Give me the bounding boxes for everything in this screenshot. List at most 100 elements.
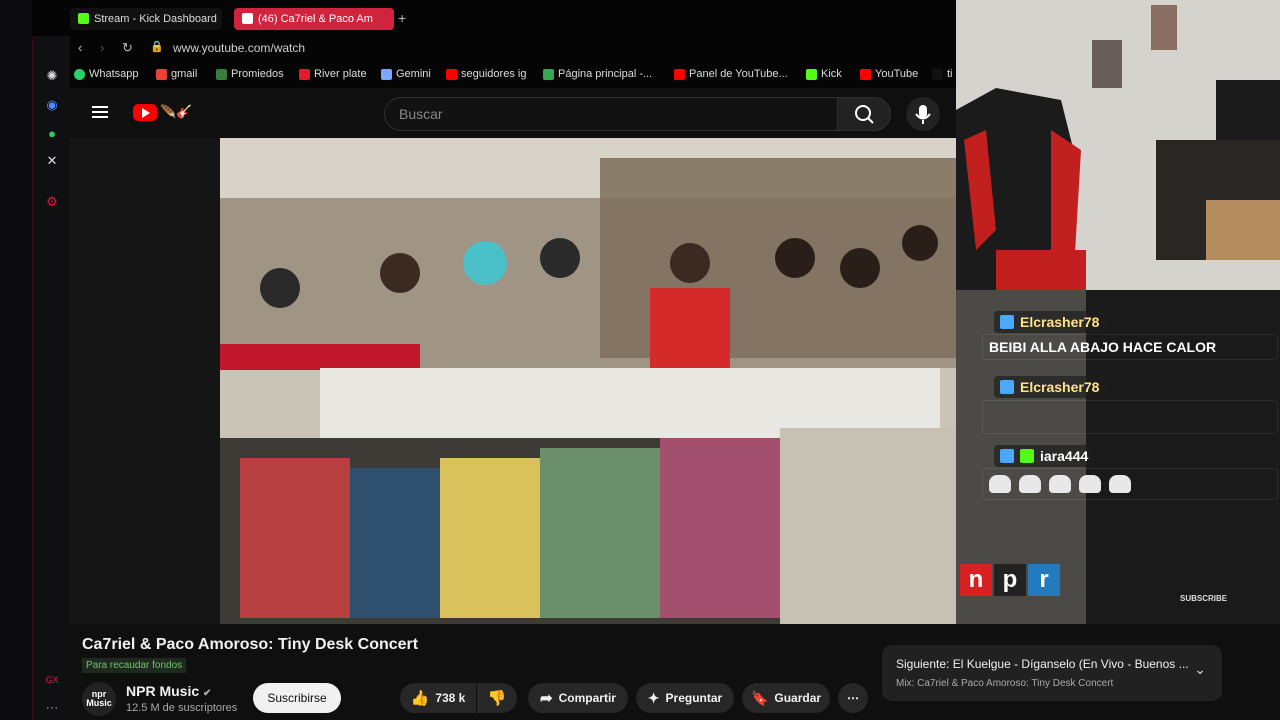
video-title: Ca7riel & Paco Amoroso: Tiny Desk Concer… (82, 636, 419, 653)
subscribe-button[interactable]: Suscribirse (253, 683, 341, 713)
forward-icon[interactable]: › (100, 40, 104, 55)
new-tab-button[interactable]: + (398, 10, 406, 26)
bookmark-pagina-principal[interactable]: Página principal -... (543, 68, 652, 80)
messenger-icon[interactable]: ◉ (43, 96, 61, 114)
drive-icon (543, 68, 554, 80)
next-video-card[interactable]: Siguiente: El Kuelgue - Díganselo (En Vi… (882, 645, 1222, 701)
chat-username[interactable]: Elcrasher78 (994, 311, 1106, 333)
search-box (384, 97, 838, 131)
share-label: Compartir (558, 691, 616, 705)
save-button[interactable]: 🔖 Guardar (742, 683, 830, 713)
more-icon[interactable]: ⋯ (43, 699, 61, 717)
gx-icon[interactable]: GX (43, 671, 61, 689)
bookmark-label: ti (947, 68, 953, 80)
next-video-title: Siguiente: El Kuelgue - Díganselo (En Vi… (896, 657, 1189, 671)
verified-badge-icon (1000, 449, 1014, 463)
video-frame-image (220, 138, 956, 624)
verified-badge-icon (1000, 315, 1014, 329)
channel-name-text: NPR Music (126, 683, 200, 699)
chat-user-name: Elcrasher78 (1020, 379, 1100, 395)
whatsapp-icon (74, 68, 85, 80)
bookmark-label: Panel de YouTube... (689, 68, 788, 80)
chevron-down-icon[interactable]: ⌄ (1194, 661, 1206, 678)
chat-message (982, 400, 1278, 434)
x-twitter-icon[interactable]: ✕ (43, 152, 61, 170)
chat-user-name: Elcrasher78 (1020, 314, 1100, 330)
next-video-mix: Mix: Ca7riel & Paco Amoroso: Tiny Desk C… (896, 678, 1114, 689)
more-actions-button[interactable]: ⋯ (838, 683, 868, 713)
bookmark-seguidores-ig[interactable]: seguidores ig (446, 68, 526, 80)
chat-username[interactable]: Elcrasher78 (994, 376, 1106, 398)
subscribe-watermark[interactable]: SUBSCRIBE (1180, 594, 1227, 603)
back-icon[interactable]: ‹ (78, 40, 82, 55)
kick-icon (806, 68, 817, 80)
channel-name[interactable]: NPR Music ✔ (126, 683, 211, 699)
tab-youtube-video[interactable]: (46) Ca7riel & Paco Am (234, 8, 394, 30)
chat-user-name: iara444 (1040, 448, 1089, 464)
save-label: Guardar (774, 691, 822, 705)
reload-icon[interactable]: ↻ (122, 40, 133, 56)
river-plate-icon (299, 68, 310, 80)
dislike-button[interactable]: 👎 (477, 683, 517, 713)
youtube-logo-icon[interactable] (133, 104, 157, 121)
chat-message: BEIBI ALLA ABAJO HACE CALOR (982, 334, 1278, 360)
bookmark-label: YouTube (875, 68, 919, 80)
bookmark-gemini[interactable]: Gemini (381, 68, 431, 80)
bookmark-panel-youtube[interactable]: Panel de YouTube... (674, 68, 788, 80)
tab-kick-dashboard[interactable]: Stream - Kick Dashboard (70, 8, 222, 30)
channel-avatar[interactable]: npr Music (82, 682, 116, 716)
url-text[interactable]: www.youtube.com/watch (173, 41, 305, 55)
npr-logo: n p r (960, 564, 1060, 596)
gmail-icon (156, 68, 167, 80)
whatsapp-icon[interactable]: ● (43, 124, 61, 142)
tab-label: Stream - Kick Dashboard (94, 13, 217, 25)
bookmark-kick[interactable]: Kick (806, 68, 842, 80)
npr-letter-p: p (994, 564, 1026, 596)
bookmark-youtube[interactable]: YouTube (860, 68, 918, 80)
youtube-doodle-icon[interactable]: 🪶🎸 (160, 104, 220, 122)
bookmark-promiedos[interactable]: Promiedos (216, 68, 284, 80)
bookmark-whatsapp[interactable]: Whatsapp (74, 68, 139, 80)
cat-emote-icon (1079, 475, 1101, 493)
verified-check-icon: ✔ (203, 688, 212, 699)
thumbs-up-icon: 👍 (410, 690, 430, 707)
settings-icon[interactable]: ⚙ (43, 193, 61, 211)
bookmark-icon: 🔖 (750, 689, 769, 706)
bookmark-label: seguidores ig (461, 68, 527, 80)
bookmark-label: Promiedos (231, 68, 284, 80)
verified-badge-icon (1000, 380, 1014, 394)
promiedos-icon (216, 68, 227, 80)
gemini-icon (381, 68, 392, 80)
speaker-icon (242, 13, 253, 24)
more-icon: ⋯ (847, 691, 859, 705)
chat-username[interactable]: iara444 (994, 445, 1095, 467)
share-icon: ➦ (540, 690, 553, 707)
bookmark-tiktok[interactable]: ti (932, 68, 953, 80)
like-count: 738 k (435, 691, 466, 705)
npr-letter-r: r (1028, 564, 1060, 596)
subscriber-count: 12.5 M de suscriptores (126, 702, 238, 714)
bookmark-river-plate[interactable]: River plate (299, 68, 367, 80)
youtube-icon (446, 68, 457, 80)
cat-emote-icon (1049, 475, 1071, 493)
npr-letter-n: n (960, 564, 992, 596)
avatar-text: npr Music (86, 689, 112, 708)
bookmark-label: River plate (314, 68, 367, 80)
search-button[interactable] (837, 97, 891, 131)
lock-icon[interactable]: 🔒 (150, 40, 164, 53)
cat-emote-icon (1019, 475, 1041, 493)
chatgpt-icon[interactable]: ✺ (43, 67, 61, 85)
bookmarks-bar: Whatsapp gmail Promiedos River plate Gem… (70, 62, 956, 88)
bookmark-gmail[interactable]: gmail (156, 68, 197, 80)
search-input[interactable] (385, 98, 837, 130)
video-player[interactable] (220, 138, 956, 624)
voice-search-button[interactable] (906, 97, 940, 131)
subscriber-badge-icon (1020, 449, 1034, 463)
hamburger-menu-icon[interactable] (92, 106, 108, 118)
ask-button[interactable]: ✦ Preguntar (636, 683, 734, 713)
share-button[interactable]: ➦ Compartir (528, 683, 628, 713)
bookmark-label: Página principal -... (558, 68, 653, 80)
like-button[interactable]: 👍 738 k (400, 683, 476, 713)
chat-message-emotes (982, 468, 1278, 500)
fundraiser-badge[interactable]: Para recaudar fondos (82, 658, 187, 673)
